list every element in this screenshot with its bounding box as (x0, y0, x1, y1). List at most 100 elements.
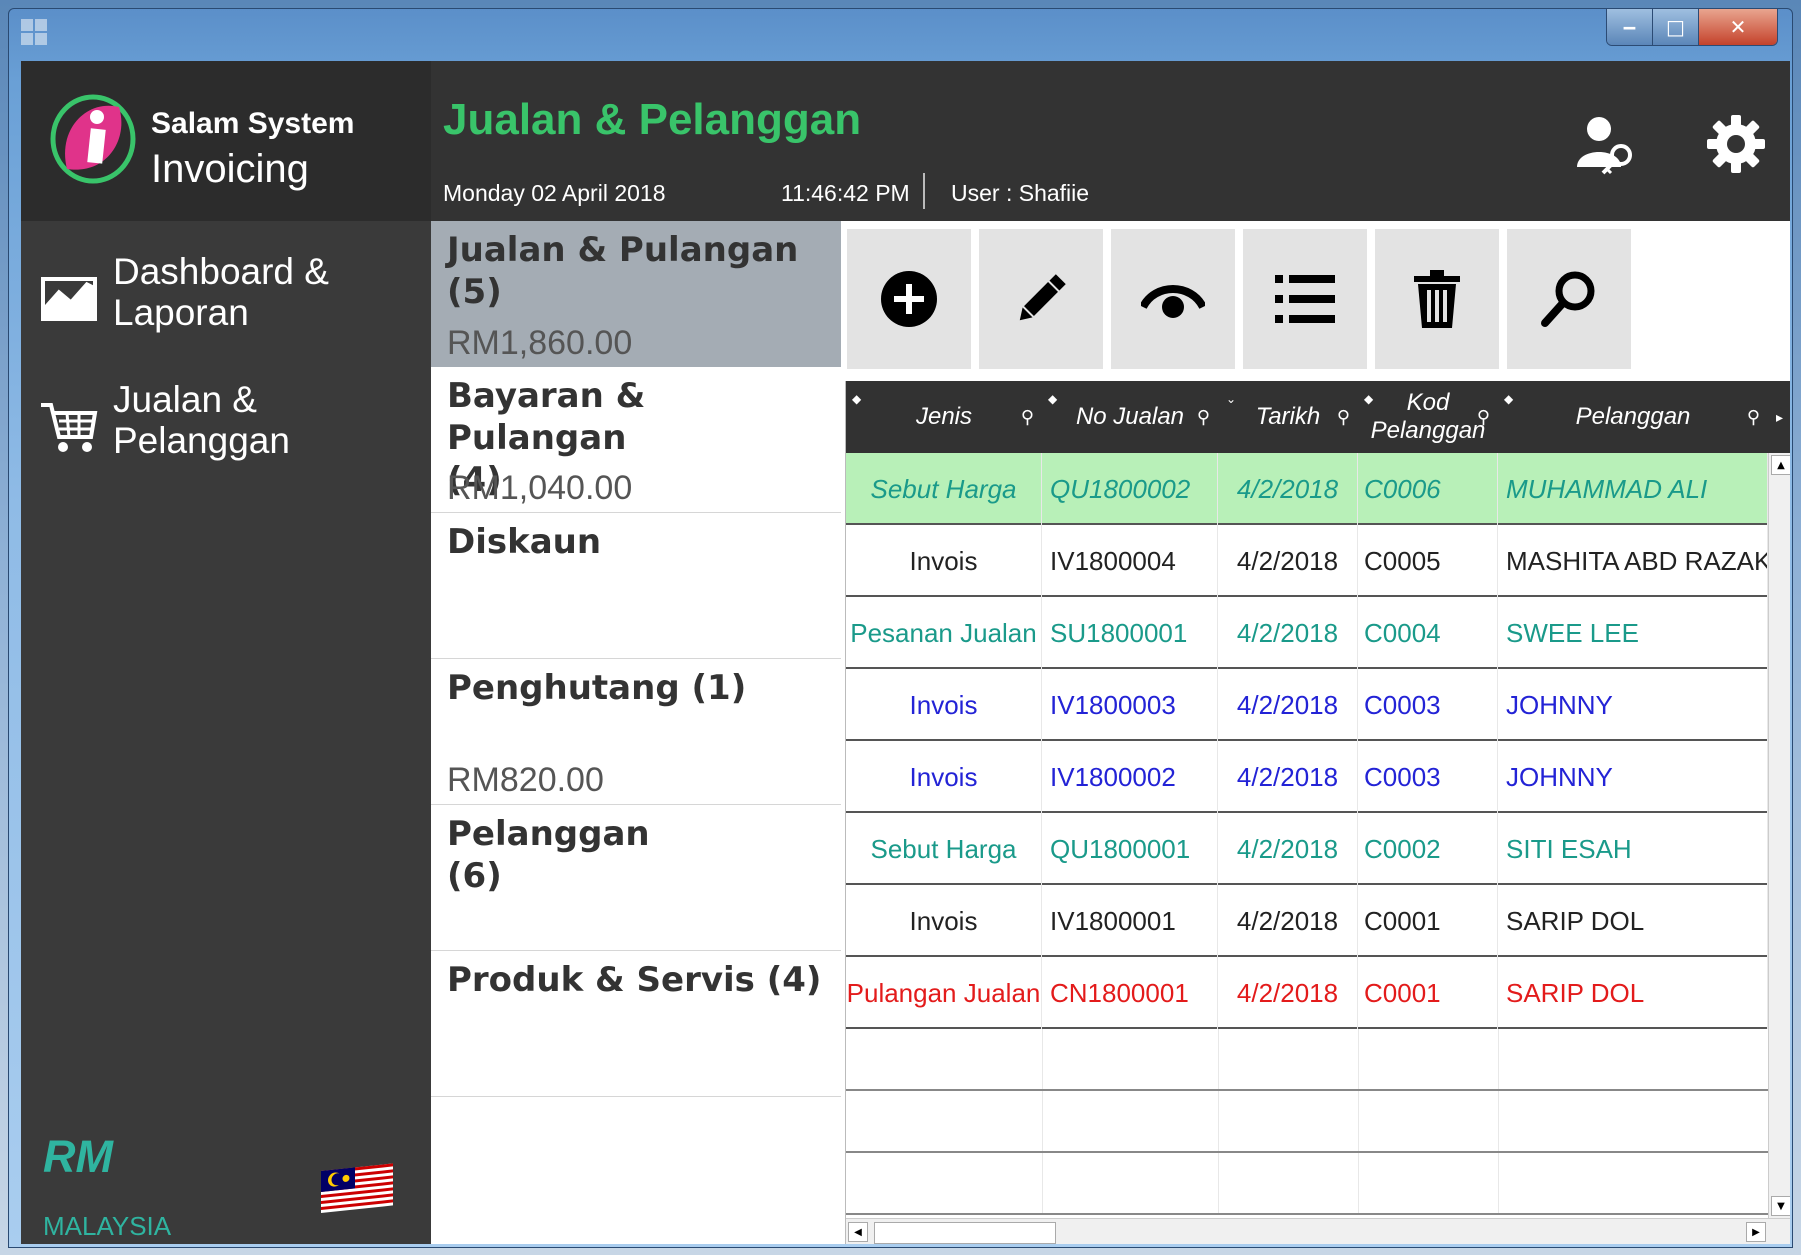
filter-search-icon[interactable]: ⚲ (1747, 403, 1760, 431)
sort-icon: ◆ (852, 392, 862, 406)
cell-jenis: Sebut Harga (846, 813, 1042, 885)
cell-jenis: Invois (846, 669, 1042, 741)
search-button[interactable] (1507, 229, 1631, 369)
empty-row (846, 1153, 1768, 1215)
column-header-kod-pelanggan[interactable]: ◆ Kod Pelanggan ⚲ (1358, 381, 1498, 453)
cell-tarikh: 4/2/2018 (1218, 525, 1358, 597)
sidebar-item-jualan[interactable]: Jualan & Pelanggan (21, 379, 431, 489)
page-title: Jualan & Pelanggan (443, 95, 862, 144)
cell-jenis: Pesanan Jualan (846, 597, 1042, 669)
card-pelanggan[interactable]: Pelanggan (6) (431, 805, 841, 951)
cell-no-jualan: IV1800003 (1042, 669, 1218, 741)
scroll-right-icon[interactable]: ▶ (1746, 1222, 1766, 1242)
column-header-no-jualan[interactable]: ◆ No Jualan ⚲ (1042, 381, 1218, 453)
logo-icon (50, 94, 136, 184)
cell-no-jualan: IV1800001 (1042, 885, 1218, 957)
cell-kod-pelanggan: C0003 (1358, 669, 1498, 741)
sidebar-item-dashboard[interactable]: Dashboard & Laporan (21, 251, 431, 361)
edit-button[interactable] (979, 229, 1103, 369)
grid-column-line (1218, 1091, 1219, 1151)
current-time: 11:46:42 PM (781, 180, 910, 206)
cell-jenis: Sebut Harga (846, 453, 1042, 525)
cell-pelanggan: SITI ESAH (1498, 813, 1768, 885)
card-title: Penghutang (1) (447, 668, 747, 708)
grid-column-line (1358, 1153, 1359, 1213)
card-amount: RM1,860.00 (447, 324, 633, 362)
delete-button[interactable] (1375, 229, 1499, 369)
user-key-icon[interactable] (1571, 109, 1641, 179)
delete-icon (1414, 270, 1460, 328)
gear-icon[interactable] (1701, 109, 1771, 179)
cell-no-jualan: CN1800001 (1042, 957, 1218, 1029)
view-button[interactable] (1111, 229, 1235, 369)
filter-search-icon[interactable]: ⚲ (1197, 403, 1210, 431)
title-bar[interactable]: ‒ □ ✕ (9, 9, 1792, 57)
card-jualan-pulangan[interactable]: Jualan & Pulangan (5) RM1,860.00 (431, 221, 841, 367)
app-client-area: Salam System Invoicing Dashboard & Lapor… (21, 61, 1790, 1244)
card-diskaun[interactable]: Diskaun (431, 513, 841, 659)
minimize-button[interactable]: ‒ (1607, 9, 1653, 45)
table-row[interactable]: Pesanan Jualan SU1800001 4/2/2018 C0004 SWEE… (846, 597, 1768, 669)
grid-column-line (1498, 1153, 1499, 1213)
card-title: Produk & Servis (4) (447, 960, 822, 1000)
grid-column-line (1498, 1029, 1499, 1089)
scroll-left-icon[interactable]: ◀ (848, 1222, 868, 1242)
list-button[interactable] (1243, 229, 1367, 369)
table-row[interactable]: Pulangan Jualan CN1800001 4/2/2018 C0001 SAR… (846, 957, 1768, 1029)
horizontal-scrollbar[interactable]: ◀ ▶ (846, 1218, 1790, 1244)
header-divider (923, 173, 925, 209)
grid-column-line (1218, 1029, 1219, 1089)
filter-search-icon[interactable]: ⚲ (1477, 403, 1490, 431)
shopping-cart-icon (41, 403, 98, 452)
sort-icon: ◆ (1364, 392, 1374, 406)
table-row[interactable]: Invois IV1800004 4/2/2018 C0005 MASHITA ABD … (846, 525, 1768, 597)
header: Jualan & Pelanggan Monday 02 April 2018 … (431, 61, 1790, 221)
add-button[interactable] (847, 229, 971, 369)
cell-no-jualan: IV1800002 (1042, 741, 1218, 813)
cell-kod-pelanggan: C0001 (1358, 957, 1498, 1029)
empty-row (846, 1091, 1768, 1153)
filter-search-icon[interactable]: ⚲ (1021, 403, 1034, 431)
maximize-button[interactable]: □ (1653, 9, 1699, 45)
cell-kod-pelanggan: C0004 (1358, 597, 1498, 669)
cell-jenis: Invois (846, 885, 1042, 957)
cell-tarikh: 4/2/2018 (1218, 885, 1358, 957)
scroll-down-icon[interactable]: ▼ (1771, 1196, 1790, 1216)
card-bayaran-pulangan[interactable]: Bayaran & Pulangan (4) RM1,040.00 (431, 367, 841, 513)
table-row[interactable]: Invois IV1800001 4/2/2018 C0001 SARIP DOL (846, 885, 1768, 957)
add-icon (881, 271, 937, 327)
card-amount: RM820.00 (447, 761, 604, 799)
cell-no-jualan: QU1800001 (1042, 813, 1218, 885)
cell-pelanggan: SWEE LEE (1498, 597, 1768, 669)
cell-kod-pelanggan: C0002 (1358, 813, 1498, 885)
card-title: Diskaun (447, 522, 602, 562)
card-produk-servis[interactable]: Produk & Servis (4) (431, 951, 841, 1097)
current-date: Monday 02 April 2018 (443, 180, 666, 206)
table-row[interactable]: Invois IV1800002 4/2/2018 C0003 JOHNNY (846, 741, 1768, 813)
app-window: ‒ □ ✕ Salam System Invoicing Dashboard &… (8, 8, 1793, 1248)
card-penghutang[interactable]: Penghutang (1) RM820.00 (431, 659, 841, 805)
cell-pelanggan: MUHAMMAD ALI (1498, 453, 1768, 525)
grid-column-line (1042, 1153, 1043, 1213)
cell-no-jualan: SU1800001 (1042, 597, 1218, 669)
cell-tarikh: 4/2/2018 (1218, 453, 1358, 525)
main-content: ◆ Jenis ⚲ ◆ No Jualan ⚲ ⌄ Tarikh ⚲ ◆ Kod… (841, 221, 1790, 1244)
column-header-pelanggan[interactable]: ◆ Pelanggan ⚲ (1498, 381, 1768, 453)
scroll-up-icon[interactable]: ▲ (1771, 455, 1790, 475)
column-header-tarikh[interactable]: ⌄ Tarikh ⚲ (1218, 381, 1358, 453)
cell-kod-pelanggan: C0001 (1358, 885, 1498, 957)
filter-search-icon[interactable]: ⚲ (1337, 403, 1350, 431)
chart-line-icon (41, 277, 97, 321)
cell-tarikh: 4/2/2018 (1218, 813, 1358, 885)
table-row[interactable]: Sebut Harga QU1800002 4/2/2018 C0006 MUHAMMA… (846, 453, 1768, 525)
cell-tarikh: 4/2/2018 (1218, 741, 1358, 813)
column-header-jenis[interactable]: ◆ Jenis ⚲ (846, 381, 1042, 453)
vertical-scrollbar[interactable]: ▲ ▼ (1768, 453, 1790, 1218)
table-row[interactable]: Invois IV1800003 4/2/2018 C0003 JOHNNY (846, 669, 1768, 741)
cell-tarikh: 4/2/2018 (1218, 669, 1358, 741)
cell-tarikh: 4/2/2018 (1218, 957, 1358, 1029)
horizontal-scroll-thumb[interactable] (874, 1222, 1056, 1244)
close-button[interactable]: ✕ (1699, 9, 1777, 45)
table-row[interactable]: Sebut Harga QU1800001 4/2/2018 C0002 SITI ES… (846, 813, 1768, 885)
cell-pelanggan: JOHNNY (1498, 741, 1768, 813)
